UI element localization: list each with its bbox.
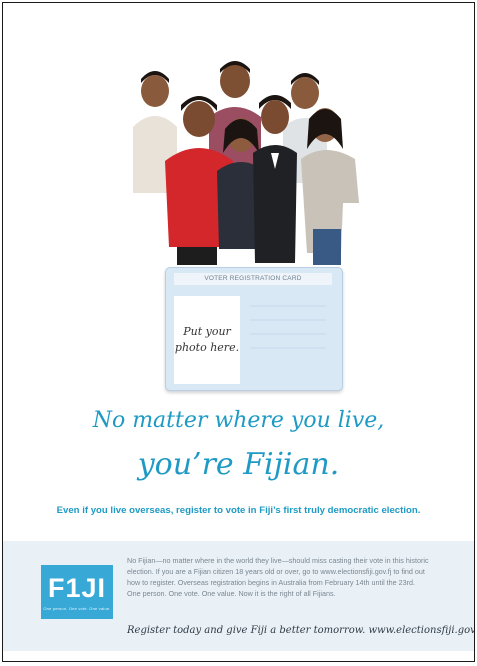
photo-placeholder: Put your photo here. — [174, 296, 240, 384]
logo-text: F1JI — [47, 573, 107, 603]
logo-tagline: One person. One vote. One value. — [43, 606, 111, 611]
voter-registration-card: VOTER REGISTRATION CARD Put your photo h… — [165, 267, 343, 391]
group-photo — [133, 61, 359, 265]
footer-panel: F1JI One person. One vote. One value. No… — [3, 541, 474, 651]
person-front-right — [301, 108, 359, 265]
footer-body-line: No Fijian—no matter where in the world t… — [127, 556, 429, 565]
subheadline: Even if you live overseas, register to v… — [56, 505, 421, 516]
headline-line-2: you’re Fijian. — [137, 447, 340, 482]
poster: VOTER REGISTRATION CARD Put your photo h… — [2, 2, 475, 662]
call-to-action: Register today and give Fiji a better to… — [127, 625, 475, 636]
fiji-logo: F1JI One person. One vote. One value. — [41, 565, 113, 619]
card-fields — [250, 305, 326, 349]
footer-body-line: election. If you are a Fijian citizen 18… — [127, 567, 425, 576]
footer-body-line: One person. One vote. One value. Now it … — [127, 589, 336, 598]
card-header: VOTER REGISTRATION CARD — [174, 273, 332, 285]
footer-body-line: how to register. Overseas registration b… — [127, 578, 416, 587]
photo-placeholder-text: Put your photo here. — [174, 325, 240, 354]
headline-line-1: No matter where you live, — [92, 408, 385, 433]
footer-body-text: No Fijian—no matter where in the world t… — [127, 555, 457, 599]
